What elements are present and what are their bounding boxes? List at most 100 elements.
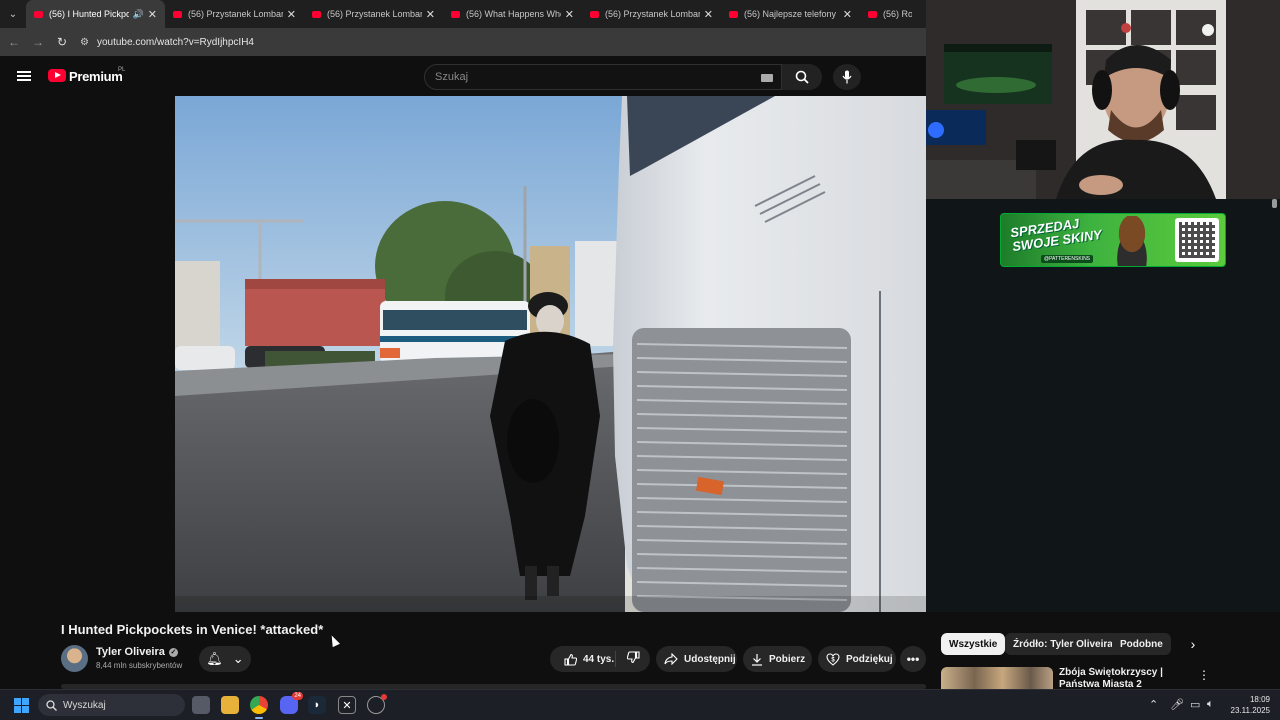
tab-title: (56) I Hunted Pickpoc (49, 9, 129, 19)
forward-icon[interactable]: → (26, 35, 50, 49)
close-tab-icon[interactable]: ✕ (565, 8, 574, 21)
system-clock[interactable]: 18:09 23.11.2025 (1229, 694, 1270, 716)
youtube-logo-icon[interactable] (48, 69, 66, 82)
youtube-favicon-icon (312, 10, 321, 18)
thanks-icon: $ (826, 652, 840, 666)
channel-name[interactable]: Tyler Oliveira ✓ (96, 646, 178, 658)
brand-label[interactable]: Premium (69, 69, 123, 84)
discord-badge: 24 (292, 692, 303, 700)
like-dislike-group: 44 tys. (550, 646, 650, 672)
dislike-icon (626, 651, 640, 664)
windows-taskbar: Wyszukaj 24 ◗ ✕ ⌃ 🎤︎ ▭ 🔈︎ 18:09 23.11.20… (0, 689, 1280, 720)
youtube-header: Premium PL Szukaj (0, 56, 926, 96)
tab-strip: ⌄ (56) I Hunted Pickpoc 🔊 ✕ (56) Przysta… (0, 0, 926, 28)
tab-title: (56) Przystanek Lombard (327, 9, 422, 19)
speaker-icon[interactable]: 🔊 (133, 9, 144, 20)
youtube-favicon-icon (451, 10, 460, 18)
close-tab-icon[interactable]: ✕ (287, 8, 296, 21)
skins-ad-banner[interactable]: SPRZEDAJ SWOJE SKINY @PATTERENSKINS (1000, 213, 1226, 267)
more-vert-icon[interactable]: ⋮ (1198, 668, 1210, 682)
site-info-icon[interactable]: ⚙ (80, 37, 89, 48)
chevron-down-icon: ⌄ (232, 651, 244, 666)
tab-title: (56) Robalini (883, 9, 912, 19)
tab-title: (56) Przystanek Lombard (188, 9, 283, 19)
chrome-icon[interactable] (250, 696, 268, 719)
tab-search-icon[interactable]: ⌄ (0, 0, 26, 28)
network-icon[interactable]: ▭ (1190, 698, 1200, 711)
task-view-icon[interactable] (192, 696, 210, 714)
webcam-overlay (926, 0, 1280, 199)
subscription-bell-button[interactable]: 🔔︎ ⌄ (199, 646, 251, 672)
app-icon[interactable] (367, 694, 387, 714)
download-button[interactable]: Pobierz (743, 646, 812, 672)
tab-1[interactable]: (56) I Hunted Pickpoc 🔊 ✕ (26, 0, 165, 28)
youtube-favicon-icon (173, 10, 182, 18)
thanks-button[interactable]: $ Podziękuj (818, 646, 896, 672)
ad-handle: @PATTERENSKINS (1041, 255, 1094, 263)
video-player[interactable] (175, 96, 926, 612)
webcam-frame (926, 0, 1280, 199)
dislike-button[interactable] (616, 651, 650, 667)
chevron-right-icon[interactable]: › (1182, 633, 1204, 655)
search-button[interactable] (782, 64, 822, 90)
svg-text:$: $ (831, 657, 835, 663)
close-tab-icon[interactable]: ✕ (426, 8, 435, 21)
back-icon[interactable]: ← (2, 35, 26, 49)
search-placeholder: Szukaj (435, 71, 469, 83)
volume-icon[interactable]: 🔈︎ (1207, 698, 1214, 711)
youtube-favicon-icon (590, 10, 599, 18)
reload-icon[interactable]: ↻ (50, 35, 74, 49)
recommendation-title[interactable]: Zbója Świętokrzyscy | Państwa Miasta 2 (1059, 667, 1195, 689)
scrollbar-thumb[interactable] (1272, 199, 1277, 208)
close-tab-icon[interactable]: ✕ (843, 8, 852, 21)
url-text: youtube.com/watch?v=RydIjhpcIH4 (96, 36, 254, 48)
chip-related[interactable]: Podobne (1112, 633, 1171, 655)
steam-icon[interactable]: ◗ (308, 696, 326, 714)
like-button[interactable]: 44 tys. (550, 651, 616, 667)
region-label: PL (118, 67, 126, 73)
voice-search-button[interactable] (833, 64, 861, 90)
clock-date: 23.11.2025 (1230, 706, 1270, 715)
tab-2[interactable]: (56) Przystanek Lombard ✕ (165, 0, 304, 28)
recommendation-thumbnail[interactable] (941, 667, 1053, 689)
tab-4[interactable]: (56) What Happens When ✕ (443, 0, 582, 28)
share-icon (664, 653, 678, 665)
file-explorer-icon[interactable] (221, 696, 239, 714)
tab-6[interactable]: (56) Najlepsze telefony ro ✕ (721, 0, 860, 28)
discord-icon[interactable]: 24 (280, 692, 303, 714)
tab-title: (56) What Happens When (466, 9, 561, 19)
tab-3[interactable]: (56) Przystanek Lombard ✕ (304, 0, 443, 28)
url-field[interactable]: ⚙ youtube.com/watch?v=RydIjhpcIH4 (80, 37, 254, 48)
windows-icon[interactable] (14, 698, 29, 713)
more-icon: ••• (906, 652, 920, 666)
tab-7[interactable]: (56) Robalini (860, 0, 920, 28)
video-frame (175, 96, 926, 612)
qr-code-icon (1175, 218, 1219, 262)
bell-icon: 🔔︎ (206, 651, 223, 666)
subscriber-count: 8,44 mln subskrybentów (96, 661, 183, 670)
share-button[interactable]: Udostępnij (656, 646, 737, 672)
search-icon (46, 699, 57, 711)
video-title: I Hunted Pickpockets in Venice! *attacke… (61, 622, 324, 637)
mic-icon (842, 70, 852, 84)
search-icon (795, 70, 809, 84)
search-input[interactable]: Szukaj (424, 64, 782, 90)
dog-mascot-icon (1109, 216, 1155, 266)
youtube-favicon-icon (729, 10, 738, 18)
taskbar-search[interactable]: Wyszukaj (38, 694, 185, 716)
youtube-favicon-icon (34, 10, 43, 18)
mouse-cursor-icon (328, 633, 340, 648)
close-tab-icon[interactable]: ✕ (148, 8, 157, 21)
chip-source[interactable]: Źródło: Tyler Oliveira (1005, 633, 1121, 655)
mic-icon[interactable]: 🎤︎ (1170, 698, 1184, 711)
close-tab-icon[interactable]: ✕ (704, 8, 713, 21)
more-actions-button[interactable]: ••• (900, 646, 926, 672)
like-count: 44 tys. (583, 653, 615, 665)
chip-all[interactable]: Wszystkie (941, 633, 1006, 655)
xbox-icon[interactable]: ✕ (338, 696, 356, 714)
channel-avatar[interactable] (61, 645, 88, 672)
menu-icon[interactable] (17, 71, 31, 81)
tab-5[interactable]: (56) Przystanek Lombard ✕ (582, 0, 721, 28)
keyboard-icon[interactable] (761, 74, 773, 82)
chevron-up-icon[interactable]: ⌃ (1149, 698, 1158, 711)
